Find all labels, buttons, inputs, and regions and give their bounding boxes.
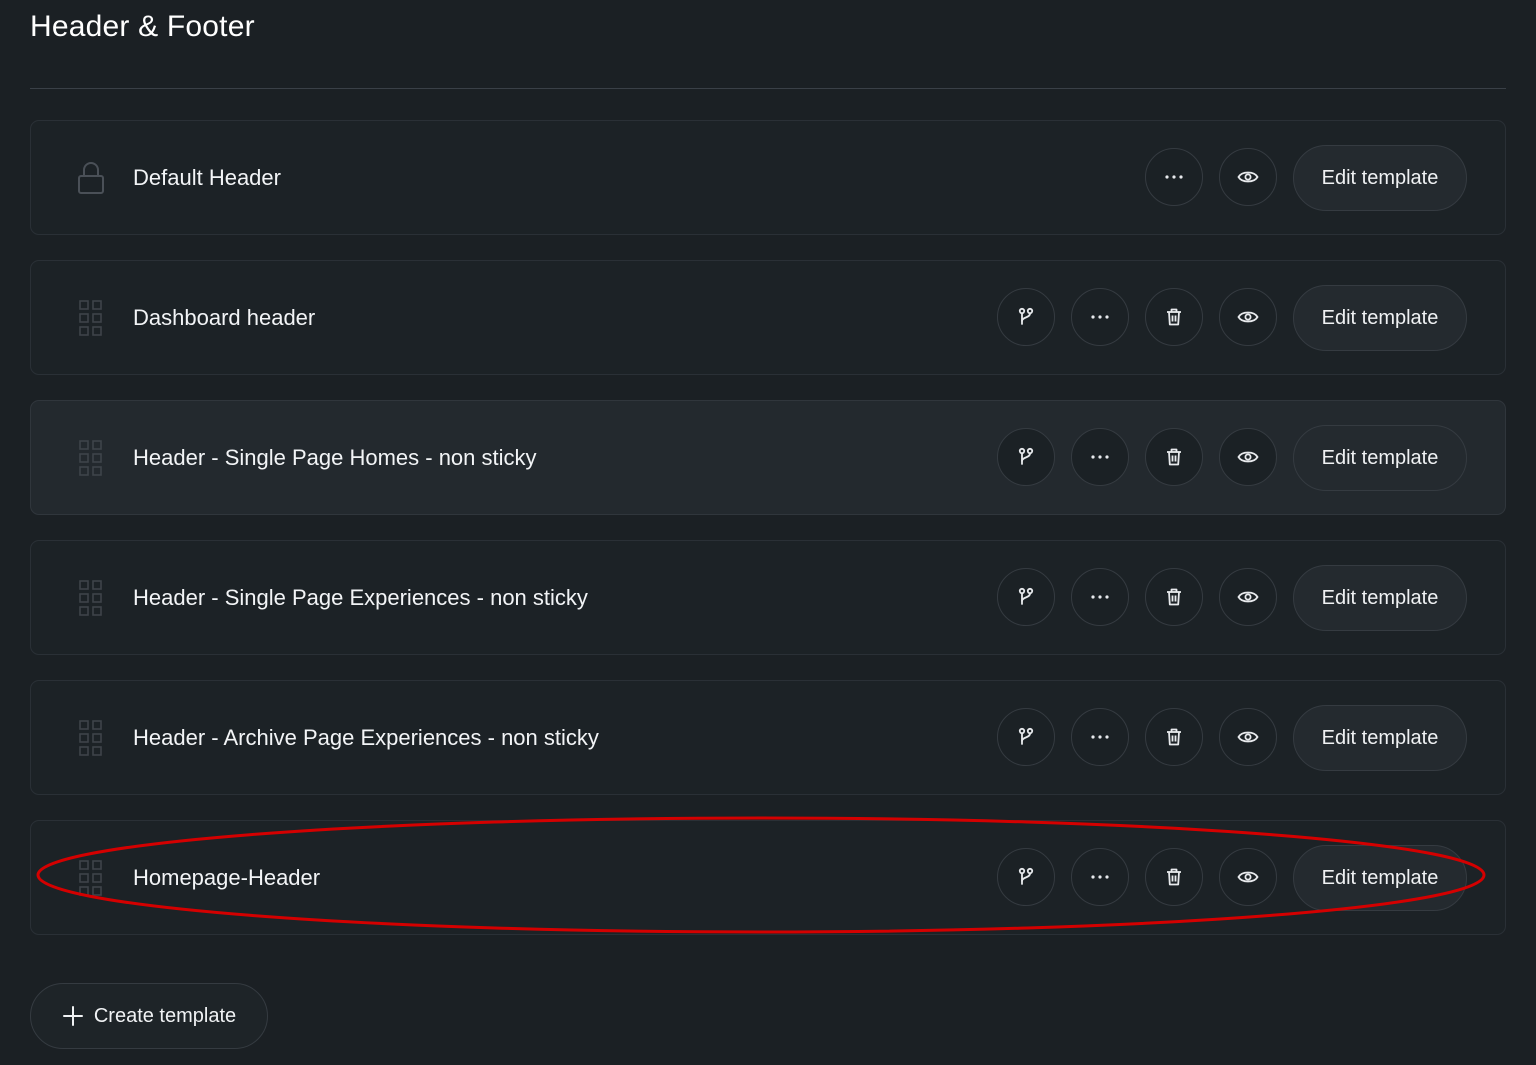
drag-handle[interactable] bbox=[78, 439, 104, 477]
edit-template-button[interactable]: Edit template bbox=[1293, 425, 1467, 491]
delete-button[interactable] bbox=[1145, 428, 1203, 486]
more-options-button[interactable] bbox=[1071, 428, 1129, 486]
drag-handle[interactable] bbox=[78, 719, 104, 757]
preview-button[interactable] bbox=[1219, 568, 1277, 626]
lock-icon bbox=[78, 162, 104, 194]
trash-icon bbox=[1167, 868, 1181, 886]
drag-handle-icon bbox=[79, 580, 102, 616]
template-name: Homepage-Header bbox=[133, 864, 321, 890]
more-options-button[interactable] bbox=[1071, 848, 1129, 906]
edit-template-button[interactable]: Edit template bbox=[1293, 705, 1467, 771]
delete-button[interactable] bbox=[1145, 568, 1203, 626]
trash-icon bbox=[1167, 728, 1181, 746]
eye-icon bbox=[1237, 731, 1259, 743]
template-row[interactable]: Header - Single Page Homes - non sticky E… bbox=[30, 400, 1506, 515]
more-horizontal-icon bbox=[1091, 595, 1109, 599]
eye-icon bbox=[1237, 311, 1259, 323]
template-row[interactable]: Dashboard header Edit template bbox=[30, 260, 1506, 375]
conditions-button[interactable] bbox=[997, 288, 1055, 346]
lock-icon-wrapper bbox=[78, 159, 104, 197]
edit-template-button[interactable]: Edit template bbox=[1293, 845, 1467, 911]
trash-icon bbox=[1167, 588, 1181, 606]
eye-icon bbox=[1237, 591, 1259, 603]
drag-handle[interactable] bbox=[78, 579, 104, 617]
preview-button[interactable] bbox=[1219, 148, 1277, 206]
trash-icon bbox=[1167, 448, 1181, 466]
more-options-button[interactable] bbox=[1071, 568, 1129, 626]
template-name: Default Header bbox=[133, 164, 281, 190]
drag-handle-icon bbox=[79, 300, 102, 336]
more-horizontal-icon bbox=[1091, 875, 1109, 879]
eye-icon bbox=[1237, 171, 1259, 183]
branch-icon bbox=[1018, 307, 1034, 325]
edit-template-button[interactable]: Edit template bbox=[1293, 565, 1467, 631]
preview-button[interactable] bbox=[1219, 848, 1277, 906]
template-name: Header - Single Page Experiences - non s… bbox=[133, 584, 588, 610]
drag-handle[interactable] bbox=[78, 299, 104, 337]
branch-icon bbox=[1018, 867, 1034, 885]
conditions-button[interactable] bbox=[997, 708, 1055, 766]
conditions-button[interactable] bbox=[997, 428, 1055, 486]
more-options-button[interactable] bbox=[1145, 148, 1203, 206]
page-title: Header & Footer bbox=[30, 10, 255, 43]
branch-icon bbox=[1018, 727, 1034, 745]
create-template-button[interactable]: Create template bbox=[30, 983, 268, 1049]
more-horizontal-icon bbox=[1091, 455, 1109, 459]
trash-icon bbox=[1167, 308, 1181, 326]
plus-icon bbox=[62, 1006, 83, 1026]
branch-icon bbox=[1018, 447, 1034, 465]
edit-template-button[interactable]: Edit template bbox=[1293, 145, 1467, 211]
template-row[interactable]: Homepage-Header Edit template bbox=[30, 820, 1506, 935]
more-options-button[interactable] bbox=[1071, 288, 1129, 346]
more-horizontal-icon bbox=[1165, 175, 1183, 179]
template-name: Header - Single Page Homes - non sticky bbox=[133, 444, 537, 470]
drag-handle[interactable] bbox=[78, 859, 104, 897]
drag-handle-icon bbox=[79, 860, 102, 896]
delete-button[interactable] bbox=[1145, 288, 1203, 346]
more-options-button[interactable] bbox=[1071, 708, 1129, 766]
eye-icon bbox=[1237, 871, 1259, 883]
template-row[interactable]: Header - Archive Page Experiences - non … bbox=[30, 680, 1506, 795]
preview-button[interactable] bbox=[1219, 708, 1277, 766]
conditions-button[interactable] bbox=[997, 568, 1055, 626]
delete-button[interactable] bbox=[1145, 708, 1203, 766]
branch-icon bbox=[1018, 587, 1034, 605]
drag-handle-icon bbox=[79, 440, 102, 476]
delete-button[interactable] bbox=[1145, 848, 1203, 906]
preview-button[interactable] bbox=[1219, 428, 1277, 486]
template-name: Dashboard header bbox=[133, 304, 316, 330]
drag-handle-icon bbox=[79, 720, 102, 756]
eye-icon bbox=[1237, 451, 1259, 463]
preview-button[interactable] bbox=[1219, 288, 1277, 346]
conditions-button[interactable] bbox=[997, 848, 1055, 906]
more-horizontal-icon bbox=[1091, 735, 1109, 739]
template-name: Header - Archive Page Experiences - non … bbox=[133, 724, 599, 750]
template-row[interactable]: Header - Single Page Experiences - non s… bbox=[30, 540, 1506, 655]
template-row[interactable]: Default Header Edit template bbox=[30, 120, 1506, 235]
more-horizontal-icon bbox=[1091, 315, 1109, 319]
header-divider bbox=[30, 88, 1506, 89]
create-template-label: Create template bbox=[93, 1004, 237, 1027]
edit-template-button[interactable]: Edit template bbox=[1293, 285, 1467, 351]
